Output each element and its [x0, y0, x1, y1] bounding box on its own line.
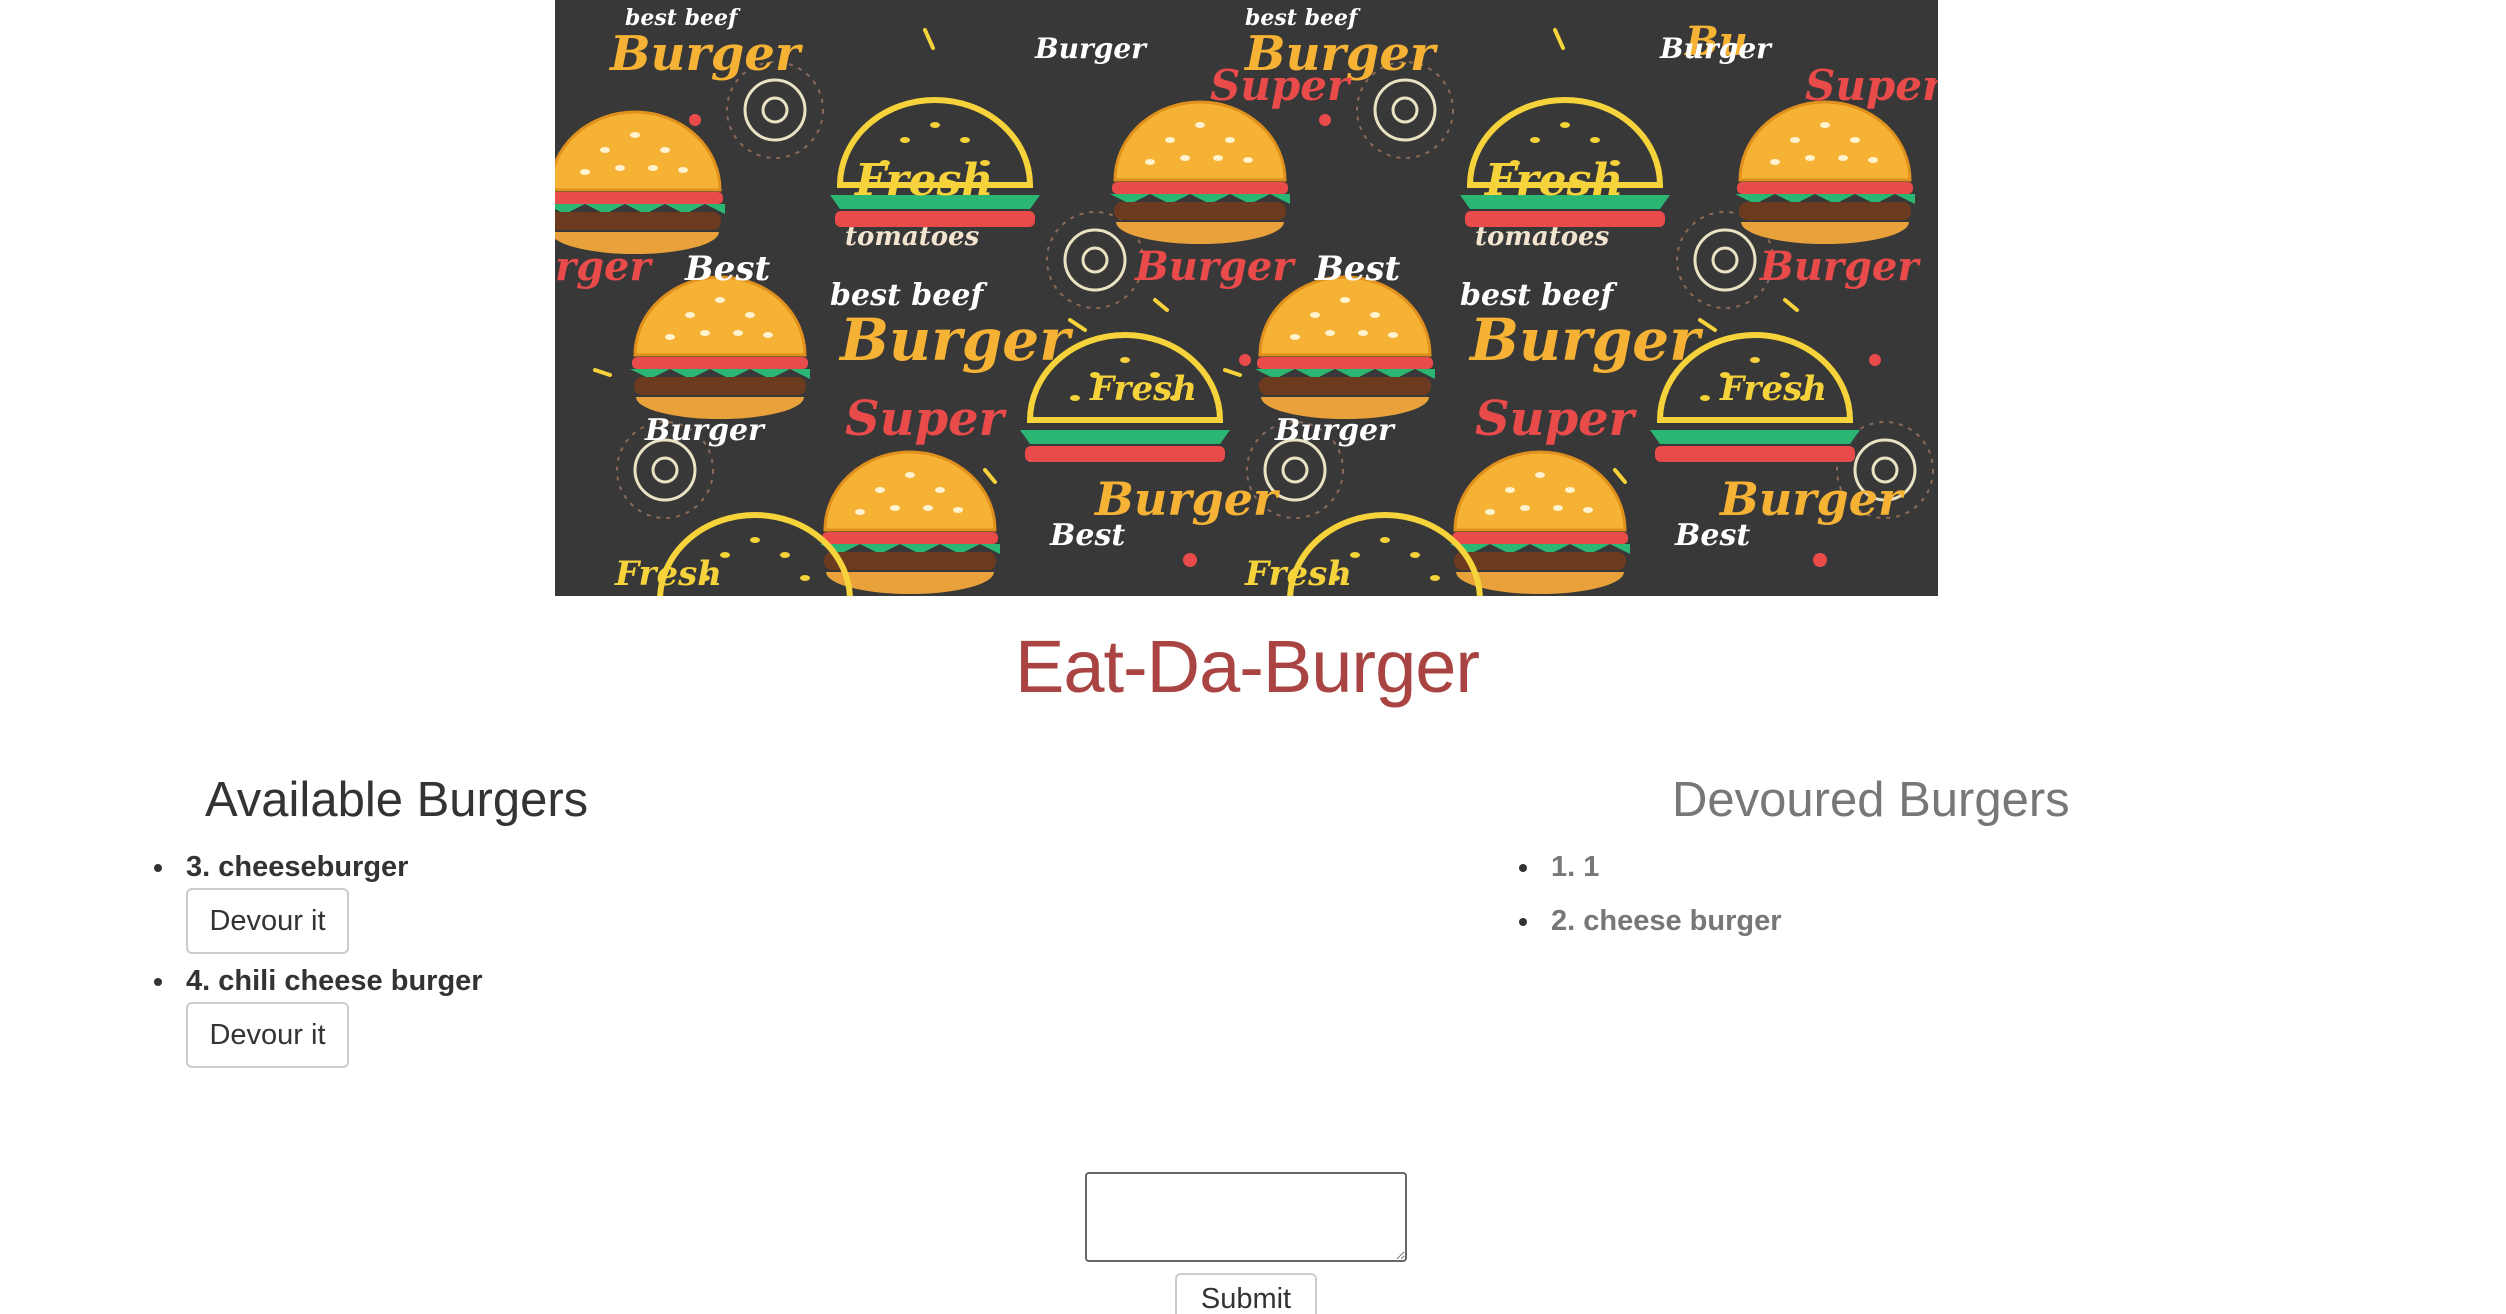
svg-text:Best: Best: [1049, 518, 1125, 553]
burger-pattern-illustration: Fresh Fresh tomatoes tomatoes best beef …: [555, 0, 1938, 596]
available-burgers-heading: Available Burgers: [205, 773, 589, 827]
submit-button[interactable]: Submit: [1175, 1273, 1317, 1314]
svg-text:Fresh: Fresh: [614, 554, 722, 594]
new-burger-textarea[interactable]: [1085, 1172, 1407, 1262]
burger-name: 4. chili cheese burger: [186, 965, 483, 997]
svg-text:Fresh: Fresh: [1483, 155, 1623, 206]
svg-text:Burger: Burger: [1759, 243, 1921, 290]
burger-name: 1. 1: [1551, 851, 1600, 883]
svg-text:tomatoes: tomatoes: [1475, 222, 1610, 252]
svg-text:Burger: Burger: [1659, 32, 1773, 65]
bullet-icon: [1519, 918, 1527, 926]
svg-text:Best: Best: [1314, 249, 1401, 289]
svg-text:Super: Super: [1805, 61, 1938, 110]
svg-text:Super: Super: [1210, 61, 1352, 110]
svg-text:Burger: Burger: [838, 306, 1074, 374]
devoured-burgers-list: 1. 1 2. cheese burger: [1517, 848, 1782, 956]
svg-text:Burger: Burger: [1034, 32, 1148, 65]
svg-text:Best: Best: [1674, 518, 1750, 553]
list-item: 2. cheese burger: [1517, 902, 1782, 940]
svg-text:Burger: Burger: [644, 413, 766, 448]
svg-text:Burger: Burger: [608, 26, 804, 82]
svg-text:Fresh: Fresh: [1719, 369, 1827, 409]
page-title: Eat-Da-Burger: [1014, 625, 1480, 708]
list-item: 3. cheeseburger Devour it: [152, 848, 483, 954]
devour-button[interactable]: Devour it: [186, 1002, 349, 1068]
svg-text:Burger: Burger: [1274, 413, 1396, 448]
bullet-icon: [1519, 864, 1527, 872]
svg-text:Best: Best: [684, 249, 771, 289]
burger-name: 3. cheeseburger: [186, 851, 409, 883]
svg-text:Burger: Burger: [1134, 243, 1296, 290]
svg-text:best beef: best beef: [625, 5, 741, 31]
burger-banner-image: Fresh Fresh tomatoes tomatoes best beef …: [555, 0, 1938, 596]
svg-text:rger: rger: [555, 243, 653, 290]
svg-text:Fresh: Fresh: [853, 155, 993, 206]
devour-button[interactable]: Devour it: [186, 888, 349, 954]
list-item: 1. 1: [1517, 848, 1782, 886]
bullet-icon: [154, 978, 162, 986]
available-burgers-list: 3. cheeseburger Devour it 4. chili chees…: [152, 848, 483, 1076]
svg-text:tomatoes: tomatoes: [845, 222, 980, 252]
svg-text:Super: Super: [1475, 391, 1638, 447]
bullet-icon: [154, 864, 162, 872]
burger-name: 2. cheese burger: [1551, 905, 1782, 937]
svg-text:Fresh: Fresh: [1089, 369, 1197, 409]
svg-text:Super: Super: [845, 391, 1008, 447]
devoured-burgers-heading: Devoured Burgers: [1672, 773, 2070, 827]
list-item: 4. chili cheese burger Devour it: [152, 962, 483, 1068]
svg-text:best beef: best beef: [1245, 5, 1361, 31]
page: Fresh Fresh tomatoes tomatoes best beef …: [0, 0, 2506, 1314]
svg-text:Burger: Burger: [1468, 306, 1704, 374]
svg-text:Fresh: Fresh: [1244, 554, 1352, 594]
